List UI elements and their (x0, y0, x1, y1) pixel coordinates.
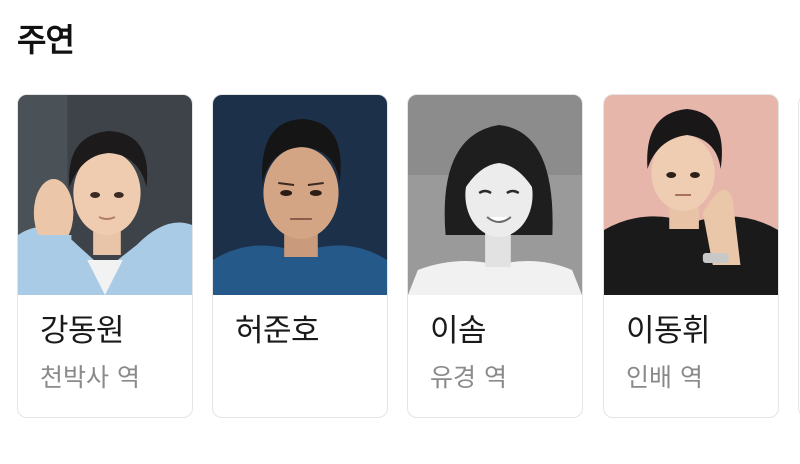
section-title: 주연 (17, 21, 75, 59)
cast-card-4[interactable]: 이동휘 인배 역 (603, 94, 779, 418)
cast-photo-2[interactable] (213, 95, 387, 295)
cast-photo-1[interactable] (18, 95, 192, 295)
cast-name[interactable]: 허준호 (235, 311, 320, 351)
cast-role: 천박사 역 (40, 363, 140, 392)
cast-photo-3[interactable] (408, 95, 582, 295)
cast-name[interactable]: 이동휘 (626, 311, 711, 351)
cast-photo-4[interactable] (604, 95, 778, 295)
cast-name[interactable]: 이솜 (430, 311, 487, 351)
cast-role: 인배 역 (626, 363, 703, 392)
cast-card-1[interactable]: 강동원 천박사 역 (17, 94, 193, 418)
cast-card-2[interactable]: 허준호 (212, 94, 388, 418)
cast-name[interactable]: 강동원 (40, 311, 125, 351)
cast-role: 유경 역 (430, 363, 507, 392)
portrait-image (213, 95, 387, 295)
portrait-image (408, 95, 582, 295)
portrait-image (18, 95, 192, 295)
cast-list: 강동원 천박사 역 허준호 이솜 유경 역 이동휘 인배 역 (17, 94, 800, 420)
cast-card-3[interactable]: 이솜 유경 역 (407, 94, 583, 418)
portrait-image (604, 95, 778, 295)
